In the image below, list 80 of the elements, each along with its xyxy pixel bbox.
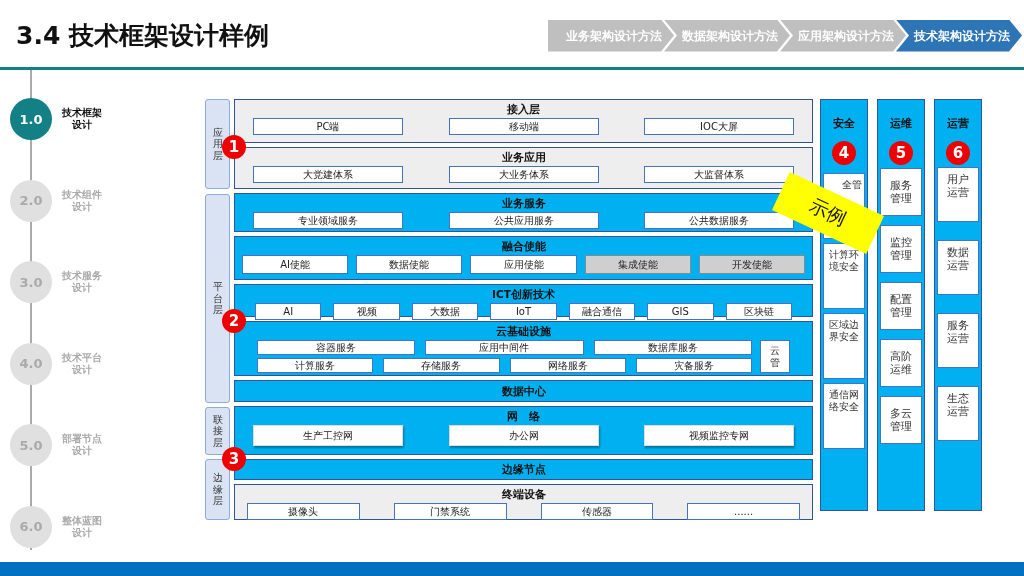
column-item-text: 配置管理	[889, 292, 913, 320]
step-label[interactable]: 技术服务设计	[60, 270, 104, 294]
column-item-text: 全管	[842, 179, 862, 191]
layer-item: 视频	[333, 303, 400, 320]
layer-label-text: 边缘层	[212, 472, 223, 507]
column-title: 运维	[890, 116, 912, 131]
step-label[interactable]: 技术平台设计	[60, 351, 104, 376]
layer-title: 边缘节点	[500, 463, 547, 476]
layer-item: AI	[255, 303, 322, 320]
layer-title: 数据中心	[500, 384, 547, 398]
column-title: 安全	[833, 116, 855, 131]
column-item-text: 多云管理	[889, 406, 913, 434]
layer-item: 办公网	[448, 425, 599, 446]
cloud-management-label: 云管	[770, 345, 780, 368]
number-badge: 6	[946, 141, 970, 165]
layer-item: 摄像头	[247, 503, 360, 520]
layer-title: ICT创新技术	[491, 288, 556, 301]
layer-item: 融合通信	[568, 303, 636, 320]
layer-item: IoT	[490, 303, 557, 320]
layer-item: IOC大屏	[644, 118, 794, 135]
step-label[interactable]: 部署节点设计	[60, 433, 104, 457]
layer-label-text: 应用层	[212, 126, 223, 162]
layer-item: 大监督体系	[644, 166, 794, 183]
layer-item: 集成使能	[584, 255, 691, 274]
layer-label-text: 平台层	[212, 281, 223, 316]
column-item-text: 生态运营	[946, 392, 970, 419]
layer-item: 公共应用服务	[448, 212, 599, 229]
layer-item: 计算服务	[257, 358, 374, 373]
column-title: 运营	[947, 116, 969, 131]
layer-item: 移动端	[448, 118, 599, 135]
step-label[interactable]: 技术组件设计	[60, 188, 104, 213]
column-item-text: 数据运营	[946, 246, 970, 273]
layer-title: 业务服务	[500, 197, 547, 210]
step-label[interactable]: 技术框架设计	[60, 107, 104, 131]
layer-item: ......	[687, 503, 800, 520]
step-tab[interactable]: 技术架构设计方法	[896, 19, 1022, 52]
column-item-text: 通信网络安全	[828, 389, 860, 413]
layer-item: 区块链	[725, 303, 792, 320]
layer-label-text: 联接层	[212, 413, 223, 449]
layer-item: 应用使能	[470, 255, 577, 274]
layer-item: 大党建体系	[253, 166, 403, 183]
column-item-text: 高阶运维	[889, 349, 913, 377]
layer-item: 视频监控专网	[644, 425, 794, 446]
column-item-text: 区域边界安全	[828, 319, 860, 343]
layer-item: AI使能	[242, 255, 349, 274]
layer-item: 应用中间件	[425, 340, 584, 355]
step-tab[interactable]: 数据架构设计方法	[664, 19, 790, 52]
column-item-text: 服务管理	[889, 178, 913, 206]
layer-item: 大业务体系	[448, 166, 599, 183]
layer-item: 大数据	[411, 303, 479, 320]
layer-title: 业务应用	[500, 151, 547, 164]
layer-title: 网 络	[506, 410, 541, 423]
step-circle[interactable]: 1.0	[10, 98, 52, 140]
layer-item: 存储服务	[383, 358, 500, 373]
layer-title: 终端设备	[500, 488, 547, 501]
step-tab[interactable]: 应用架构设计方法	[780, 19, 906, 52]
layer-item: 生产工控网	[253, 425, 403, 446]
column-item-text: 服务运营	[946, 319, 970, 346]
layer-item: 灾备服务	[635, 358, 752, 373]
layer-item: 网络服务	[509, 358, 626, 373]
layer-title: 接入层	[506, 103, 541, 116]
layer-item: 数据使能	[356, 255, 463, 274]
layer-item: 开发使能	[698, 255, 805, 274]
slide-title: 3.4 技术框架设计样例	[16, 20, 269, 52]
number-badge: 5	[889, 141, 913, 165]
number-badge: 4	[832, 141, 856, 165]
step-label[interactable]: 整体蓝图设计	[60, 514, 104, 539]
layer-item: 专业领域服务	[253, 212, 403, 229]
layer-item: GIS	[647, 303, 714, 320]
layer-item: 公共数据服务	[644, 212, 794, 229]
layer-title: 融合使能	[500, 240, 547, 253]
layer-item: PC端	[253, 118, 403, 135]
column-item-text: 监控管理	[889, 235, 913, 263]
layer-item: 传感器	[540, 503, 654, 520]
layer-item: 容器服务	[257, 340, 416, 355]
layer-title: 云基础设施	[495, 325, 552, 338]
step-tab[interactable]: 业务架构设计方法	[548, 19, 674, 52]
layer-item: 数据库服务	[593, 340, 752, 355]
layer-item: 门禁系统	[393, 503, 507, 520]
column-item-text: 用户运营	[946, 173, 970, 200]
